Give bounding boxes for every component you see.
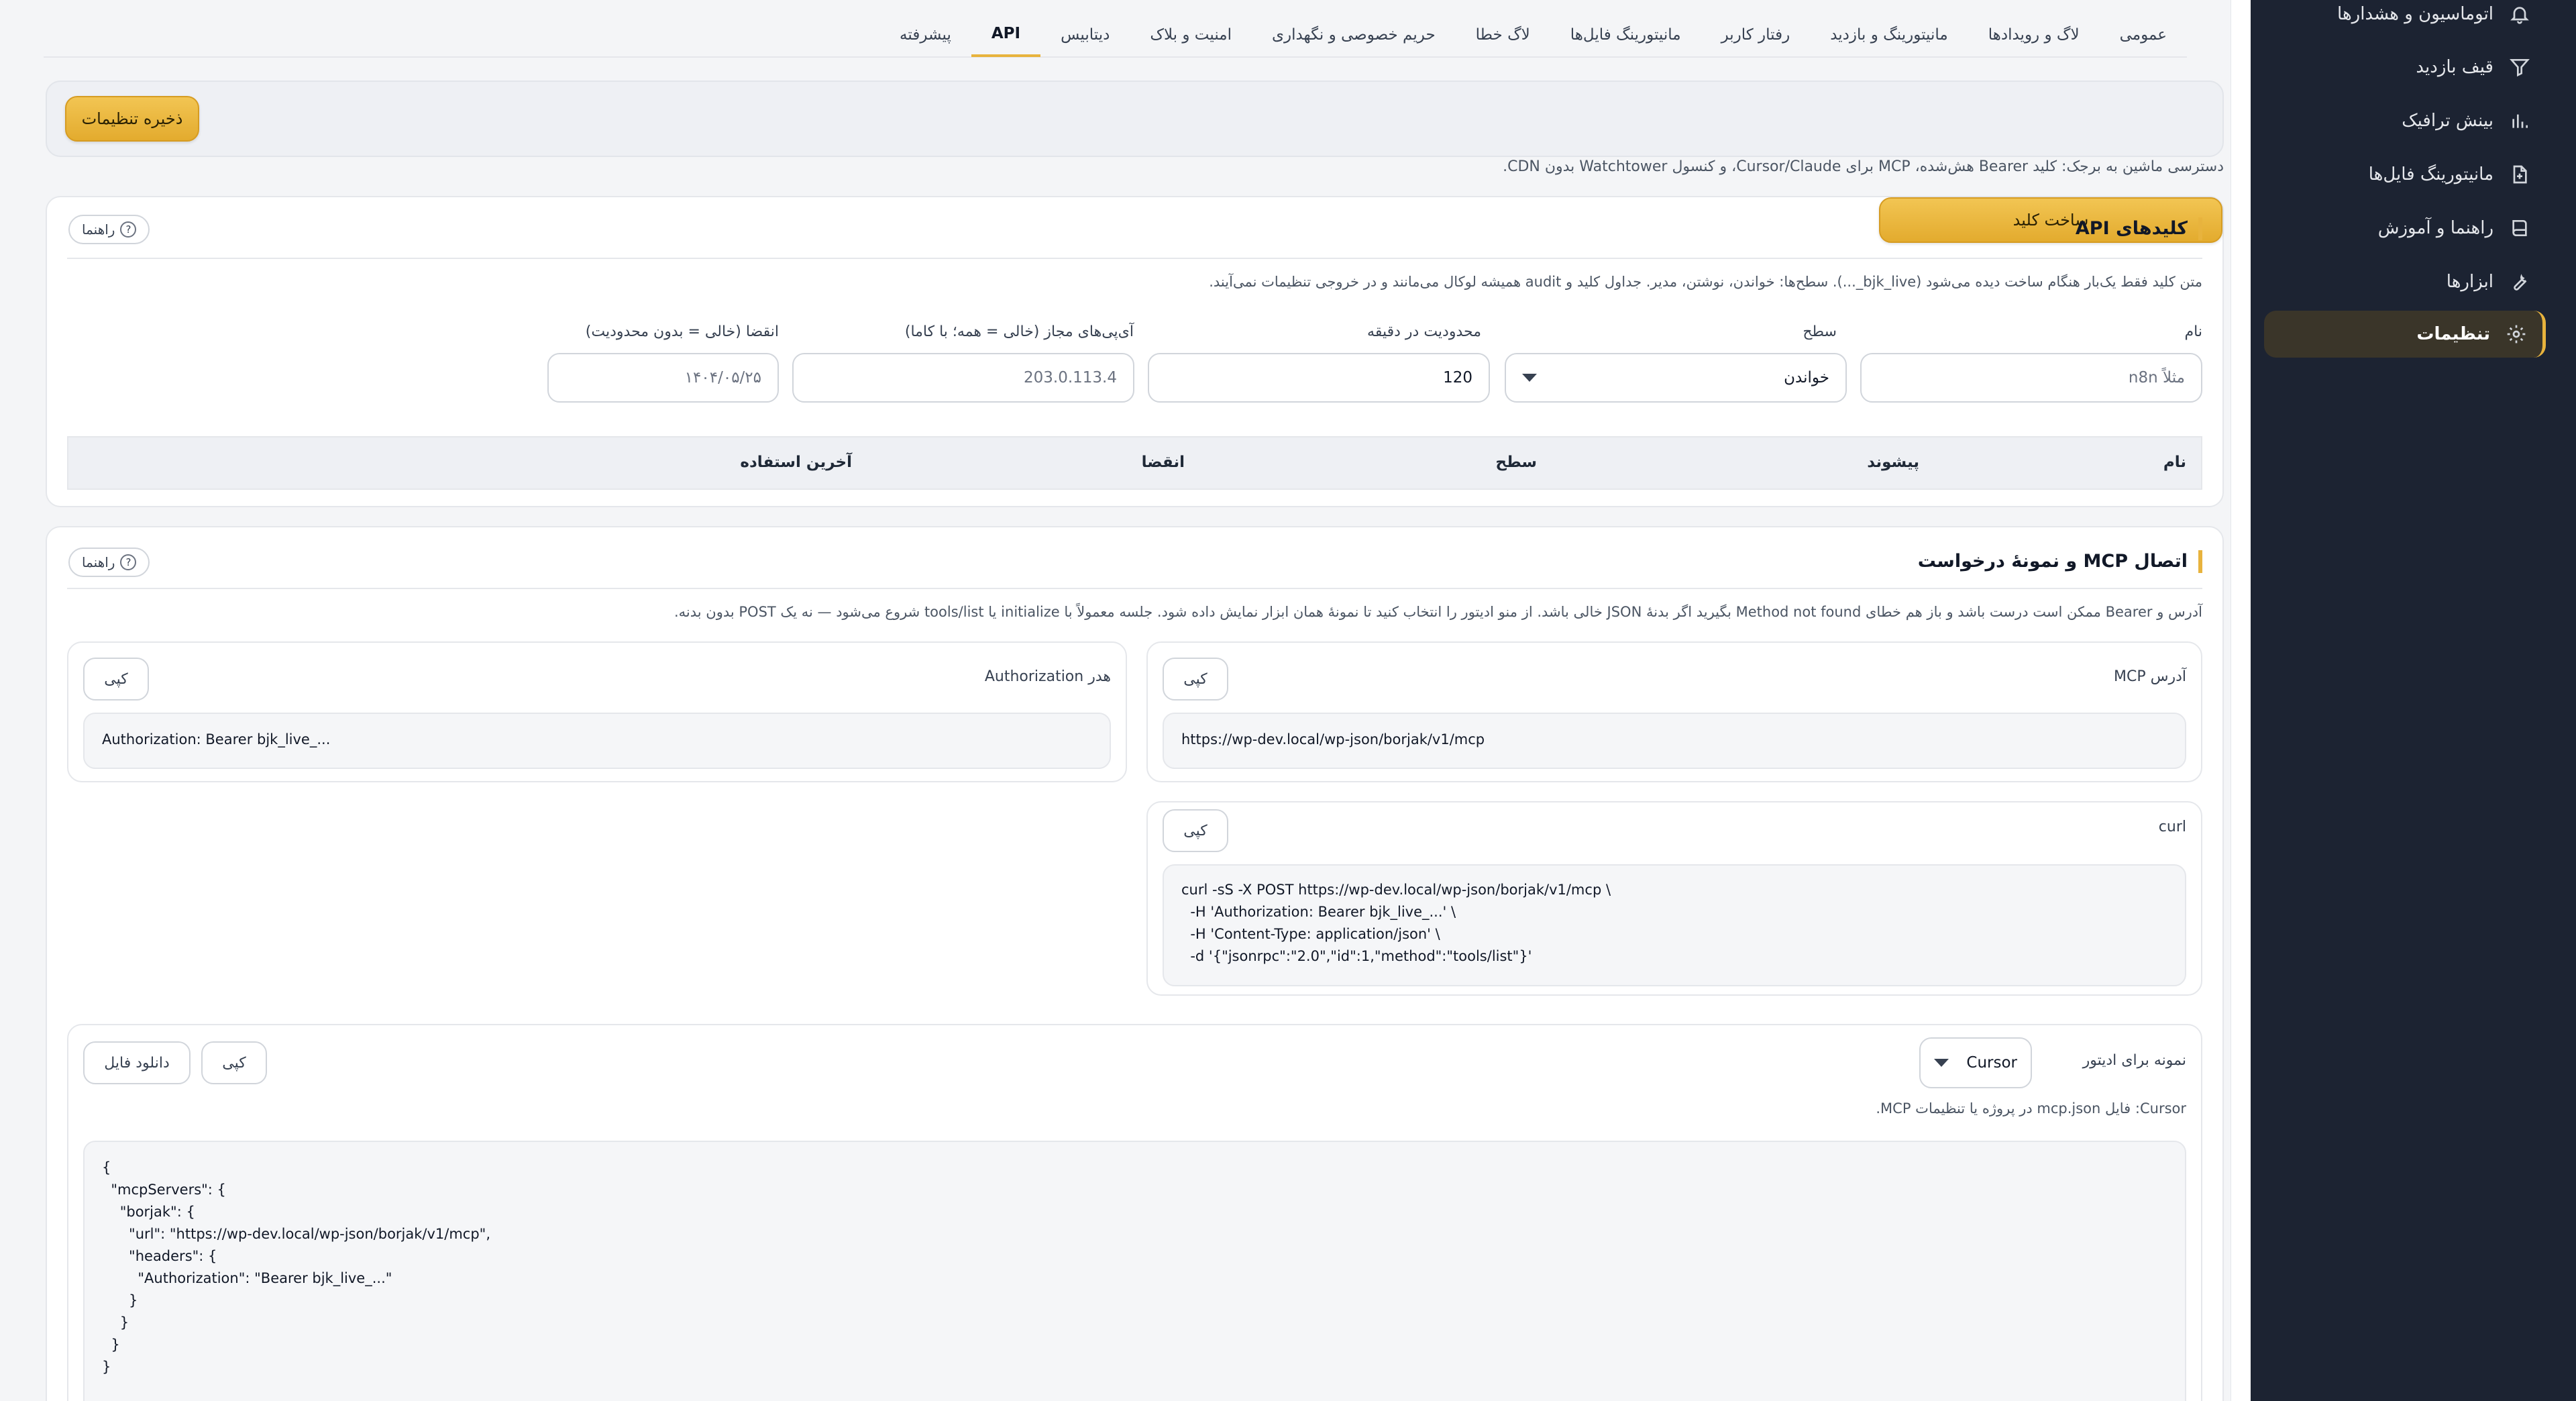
bar-chart-icon — [2508, 109, 2531, 132]
column-header-name: نام — [2163, 454, 2186, 471]
tab-database[interactable]: دیتابیس — [1040, 13, 1130, 57]
mcp-address-value[interactable]: https://wp-dev.local/wp-json/borjak/v1/m… — [1163, 713, 2186, 769]
sidebar-item-traffic[interactable]: بینش ترافیک — [2264, 97, 2546, 144]
editor-note: Cursor: فایل mcp.json در پروژه یا تنظیما… — [1876, 1100, 2186, 1117]
tab-logs-events[interactable]: لاگ و رویدادها — [1968, 13, 2100, 57]
sidebar-item-label: راهنما و آموزش — [2377, 218, 2493, 238]
main-content: عمومی لاگ و رویدادها مانیتورینگ و بازدید… — [0, 0, 2251, 1401]
download-file-button[interactable]: دانلود فایل — [83, 1041, 191, 1084]
name-label: نام — [2184, 323, 2202, 340]
divider — [67, 258, 2202, 259]
tab-advanced[interactable]: پیشرفته — [879, 13, 971, 57]
copy-config-button[interactable]: کپی — [201, 1041, 267, 1084]
save-settings-button[interactable]: ذخیره تنظیمات — [65, 96, 199, 142]
sidebar-item-label: مانیتورینگ فایل‌ها — [2368, 164, 2493, 185]
mcp-card: اتصال MCP و نمونهٔ درخواست ? راهنما آدرس… — [46, 526, 2224, 1401]
chevron-down-icon — [1522, 374, 1537, 382]
curl-box: curl کپی curl -sS -X POST https://wp-dev… — [1146, 801, 2202, 996]
tab-user-behavior[interactable]: رفتار کاربر — [1701, 13, 1811, 57]
auth-header-label: هدر Authorization — [984, 668, 1111, 685]
editor-sample-box: نمونه برای ادیتور Cursor کپی دانلود فایل… — [67, 1024, 2202, 1401]
tab-monitoring-visits[interactable]: مانیتورینگ و بازدید — [1810, 13, 1968, 57]
editor-select[interactable]: Cursor — [1919, 1037, 2032, 1088]
mcp-title: اتصال MCP و نمونهٔ درخواست — [1918, 550, 2202, 573]
column-header-expiry: انقضا — [1141, 454, 1185, 471]
save-bar: ذخیره تنظیمات — [46, 81, 2224, 157]
column-header-prefix: پیشوند — [1867, 454, 1919, 471]
mcp-guide-button[interactable]: ? راهنما — [68, 548, 150, 577]
editor-config-json[interactable]: { "mcpServers": { "borjak": { "url": "ht… — [83, 1141, 2186, 1401]
api-keys-guide-button[interactable]: ? راهنما — [68, 215, 150, 244]
api-keys-card: کلیدهای API ? راهنما متن کلید فقط یک‌بار… — [46, 196, 2224, 507]
bell-icon — [2508, 3, 2531, 25]
key-name-input[interactable]: مثلاً n8n — [1860, 353, 2202, 403]
api-keys-table-header: نام پیشوند سطح انقضا آخرین استفاده — [67, 436, 2202, 490]
mcp-note: آدرس و Bearer ممکن است درست باشد و باز ه… — [674, 604, 2202, 620]
editor-select-value: Cursor — [1966, 1054, 2017, 1072]
sidebar-item-guide[interactable]: راهنما و آموزش — [2264, 205, 2546, 252]
api-keys-title: کلیدهای API — [2076, 217, 2202, 240]
tab-security[interactable]: امنیت و بلاک — [1130, 13, 1252, 57]
guide-label: راهنما — [82, 221, 115, 238]
wrench-icon — [2508, 270, 2531, 293]
chevron-down-icon — [1934, 1059, 1949, 1067]
guide-label: راهنما — [82, 554, 115, 570]
api-keys-note: متن کلید فقط یک‌بار هنگام ساخت دیده می‌ش… — [1209, 274, 2202, 290]
divider — [67, 588, 2202, 589]
gear-icon — [2505, 323, 2528, 346]
sidebar-item-file-monitor[interactable]: مانیتورینگ فایل‌ها — [2264, 151, 2546, 198]
column-header-last-used: آخرین استفاده — [740, 454, 852, 471]
expiry-input[interactable]: ۱۴۰۴/۰۵/۲۵ — [547, 353, 779, 403]
sidebar-item-label: قیف بازدید — [2416, 57, 2493, 77]
level-select-value: خواندن — [1784, 369, 1829, 386]
rate-limit-input[interactable]: 120 — [1148, 353, 1490, 403]
file-icon — [2508, 163, 2531, 186]
settings-tabs: عمومی لاگ و رویدادها مانیتورینگ و بازدید… — [44, 13, 2187, 58]
sidebar-item-label: بینش ترافیک — [2402, 111, 2493, 131]
copy-auth-header-button[interactable]: کپی — [83, 658, 149, 701]
sidebar-item-label: اتوماسیون و هشدارها — [2337, 4, 2493, 24]
tab-file-monitoring[interactable]: مانیتورینگ فایل‌ها — [1550, 13, 1701, 57]
allowed-ips-label: آی‌پی‌های مجاز (خالی = همه؛ با کاما) — [904, 323, 1134, 340]
copy-curl-button[interactable]: کپی — [1163, 809, 1228, 852]
column-header-level: سطح — [1495, 454, 1537, 471]
expiry-label: انقضا (خالی = بدون محدودیت) — [585, 323, 779, 340]
sidebar-item-settings[interactable]: تنظیمات — [2264, 311, 2546, 358]
level-label: سطح — [1803, 323, 1837, 340]
sidebar-item-funnel[interactable]: قیف بازدید — [2264, 44, 2546, 91]
sidebar-item-label: تنظیمات — [2416, 324, 2490, 344]
tab-privacy[interactable]: حریم خصوصی و نگهداری — [1252, 13, 1456, 57]
allowed-ips-input[interactable]: 203.0.113.4 — [792, 353, 1134, 403]
auth-header-value[interactable]: Authorization: Bearer bjk_live_... — [83, 713, 1111, 769]
rate-limit-label: محدودیت در دقیقه — [1367, 323, 1481, 340]
sidebar-item-label: ابزارها — [2446, 272, 2493, 292]
filter-icon — [2508, 56, 2531, 79]
book-icon — [2508, 217, 2531, 240]
level-select[interactable]: خواندن — [1505, 353, 1847, 403]
curl-label: curl — [2158, 819, 2186, 835]
editor-label: نمونه برای ادیتور — [2082, 1052, 2186, 1069]
tab-general[interactable]: عمومی — [2100, 13, 2187, 57]
mcp-address-label: آدرس MCP — [2114, 668, 2186, 685]
tab-api[interactable]: API — [971, 13, 1041, 57]
help-icon: ? — [120, 554, 137, 570]
copy-mcp-address-button[interactable]: کپی — [1163, 658, 1228, 701]
api-intro-text: دسترسی ماشین به برجک: کلید Bearer هش‌شده… — [1503, 158, 2224, 175]
curl-command[interactable]: curl -sS -X POST https://wp-dev.local/wp… — [1163, 864, 2186, 986]
help-icon: ? — [120, 221, 137, 238]
sidebar: اتوماسیون و هشدارها قیف بازدید بینش تراف… — [2251, 0, 2576, 1401]
mcp-address-box: آدرس MCP کپی https://wp-dev.local/wp-jso… — [1146, 641, 2202, 782]
sidebar-item-automation[interactable]: اتوماسیون و هشدارها — [2264, 0, 2546, 38]
tab-error-log[interactable]: لاگ خطا — [1456, 13, 1550, 57]
scrollbar[interactable] — [2231, 0, 2251, 1401]
auth-header-box: هدر Authorization کپی Authorization: Bea… — [67, 641, 1127, 782]
sidebar-item-tools[interactable]: ابزارها — [2264, 258, 2546, 305]
